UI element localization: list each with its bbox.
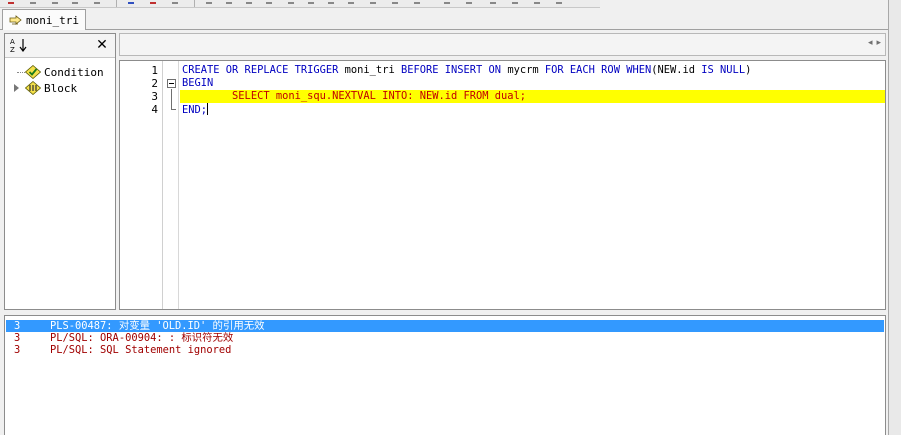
editor-navigation-bar: ◂ ▸	[119, 33, 886, 56]
fold-collapse-icon[interactable]	[167, 79, 176, 88]
message-text: PLS-00487: 对变量 'OLD.ID' 的引用无效	[50, 320, 265, 332]
code-text-area[interactable]: CREATE OR REPLACE TRIGGER moni_tri BEFOR…	[180, 61, 885, 309]
code-line[interactable]: END;	[180, 103, 885, 116]
line-number-gutter: 1 2 3 4	[120, 61, 163, 309]
outline-panel: A Z ✕ Condition Block	[4, 33, 116, 310]
code-token: (NEW.id	[651, 64, 702, 76]
close-panel-button[interactable]: ✕	[94, 36, 110, 54]
window-frame-edge	[888, 0, 901, 435]
message-row[interactable]: 3 PL/SQL: ORA-00904: : 标识符无效	[6, 332, 884, 344]
toolbar-separator	[194, 0, 195, 7]
code-token: IS NULL	[701, 64, 746, 76]
toolbar-icon[interactable]	[30, 0, 36, 4]
toolbar-icon[interactable]	[308, 0, 314, 4]
toolbar-icon[interactable]	[414, 0, 420, 4]
svg-text:Z: Z	[10, 46, 15, 53]
line-number: 4	[151, 103, 158, 116]
message-line-number: 3	[14, 320, 21, 332]
toolbar-icon[interactable]	[466, 0, 472, 4]
line-number: 2	[151, 77, 158, 90]
code-line[interactable]: CREATE OR REPLACE TRIGGER moni_tri BEFOR…	[180, 64, 885, 77]
code-token: BEFORE INSERT ON	[400, 64, 508, 76]
trigger-icon	[9, 14, 22, 26]
document-tab-bar: moni_tri	[0, 8, 888, 30]
toolbar-icon[interactable]	[392, 0, 398, 4]
toolbar-icon[interactable]	[206, 0, 212, 4]
fold-guide-end	[171, 109, 176, 110]
toolbar-icon[interactable]	[534, 0, 540, 4]
message-text: PL/SQL: SQL Statement ignored	[50, 344, 232, 356]
toolbar-separator	[116, 0, 117, 7]
tab-moni-tri[interactable]: moni_tri	[2, 9, 86, 30]
code-line[interactable]: BEGIN	[180, 77, 885, 90]
compiler-messages-panel: 3 PLS-00487: 对变量 'OLD.ID' 的引用无效 3 PL/SQL…	[4, 315, 886, 435]
toolbar-icon[interactable]	[94, 0, 100, 4]
block-icon	[24, 80, 42, 96]
text-caret	[207, 103, 209, 115]
toolbar-icon[interactable]	[266, 0, 272, 4]
tab-label: moni_tri	[26, 13, 79, 27]
toolbar-icon[interactable]	[370, 0, 376, 4]
code-token: SELECT moni_squ.NEXTVAL INTO: NEW.id FRO…	[182, 90, 527, 102]
toolbar-icon[interactable]	[226, 0, 232, 4]
code-token: END;	[182, 104, 208, 116]
toolbar-icon[interactable]	[72, 0, 78, 4]
sort-button[interactable]: A Z	[9, 37, 29, 55]
code-token: CREATE OR REPLACE TRIGGER	[182, 64, 345, 76]
tree-item-block[interactable]: Block	[13, 80, 117, 96]
toolbar-icon[interactable]	[52, 0, 58, 4]
message-line-number: 3	[14, 332, 21, 344]
tree-item-label: Condition	[44, 65, 104, 79]
toolbar-icon[interactable]	[150, 0, 156, 4]
toolbar-icon[interactable]	[328, 0, 334, 4]
scroll-right-icon[interactable]: ▸	[876, 38, 881, 48]
message-row[interactable]: 3 PL/SQL: SQL Statement ignored	[6, 344, 884, 356]
code-token: moni_tri	[344, 64, 401, 76]
code-token: BEGIN	[182, 77, 214, 89]
expand-arrow-icon[interactable]	[14, 84, 19, 92]
outline-toolbar: A Z ✕	[5, 34, 115, 58]
scroll-left-icon[interactable]: ◂	[868, 38, 873, 48]
tree-connector	[17, 72, 25, 73]
toolbar-icon[interactable]	[288, 0, 294, 4]
toolbar-icon[interactable]	[556, 0, 562, 4]
toolbar-icon[interactable]	[348, 0, 354, 4]
toolbar-icon[interactable]	[246, 0, 252, 4]
sort-az-icon: A Z	[10, 37, 28, 56]
toolbar-icon[interactable]	[490, 0, 496, 4]
message-text: PL/SQL: ORA-00904: : 标识符无效	[50, 332, 234, 344]
condition-check-icon	[24, 64, 42, 80]
message-row[interactable]: 3 PLS-00487: 对变量 'OLD.ID' 的引用无效	[6, 320, 884, 332]
fold-margin	[163, 61, 179, 309]
main-toolbar	[0, 0, 600, 8]
tree-item-condition[interactable]: Condition	[13, 64, 117, 80]
toolbar-icon[interactable]	[128, 0, 134, 4]
fold-guide	[171, 89, 172, 109]
tree-item-label: Block	[44, 81, 78, 95]
code-token: )	[745, 64, 752, 76]
line-number: 1	[151, 64, 158, 77]
toolbar-icon[interactable]	[512, 0, 518, 4]
line-number: 3	[151, 90, 158, 103]
code-token: mycrm	[507, 64, 545, 76]
svg-text:A: A	[10, 38, 15, 46]
toolbar-icon[interactable]	[444, 0, 450, 4]
message-line-number: 3	[14, 344, 21, 356]
code-editor[interactable]: 1 2 3 4 CREATE OR REPLACE TRIGGER moni_t…	[119, 60, 886, 310]
code-token: FOR EACH ROW WHEN	[544, 64, 652, 76]
code-line[interactable]: SELECT moni_squ.NEXTVAL INTO: NEW.id FRO…	[180, 90, 885, 103]
toolbar-icon[interactable]	[8, 0, 14, 4]
outline-tree: Condition Block	[13, 64, 117, 96]
nav-arrows: ◂ ▸	[868, 38, 881, 48]
toolbar-icon[interactable]	[172, 0, 178, 4]
